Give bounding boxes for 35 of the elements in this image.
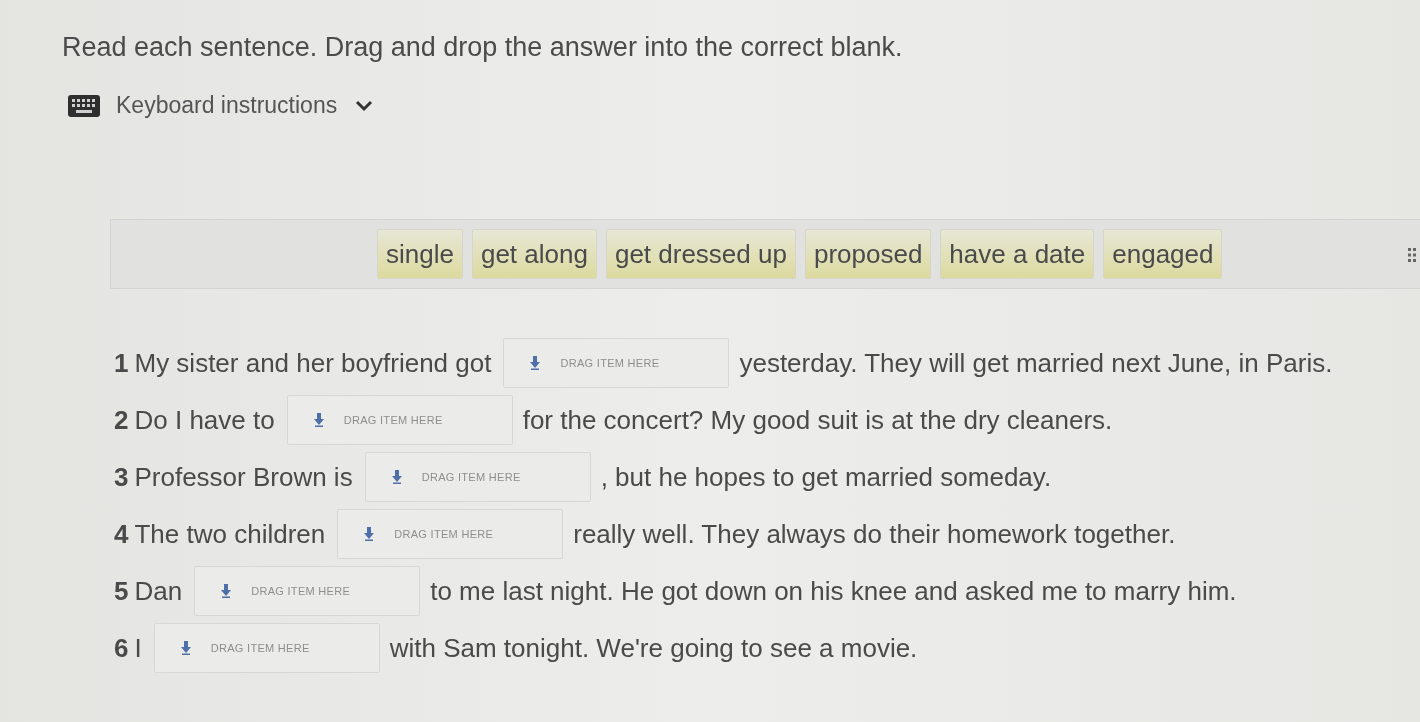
answer-tile[interactable]: get along — [471, 229, 597, 279]
answer-tile[interactable]: single — [377, 229, 463, 279]
sentence-text: My sister and her boyfriend got — [134, 347, 492, 379]
sentence-text: really well. They always do their homework together. — [573, 518, 1176, 550]
sentence-text: Professor Brown is — [134, 461, 353, 493]
arrow-down-icon — [221, 584, 232, 598]
arrow-down-icon — [180, 641, 191, 655]
answer-tile[interactable]: proposed — [804, 229, 932, 279]
sentence-text: Do I have to — [134, 404, 275, 436]
sentence-text: The two children — [134, 518, 326, 550]
question-number: 1 — [114, 347, 129, 379]
grip-icon[interactable] — [1408, 248, 1416, 262]
question-number: 3 — [114, 461, 129, 493]
keyboard-icon — [68, 94, 100, 117]
sentence-text: Dan — [134, 575, 183, 607]
answer-tile[interactable]: have a date — [940, 229, 1095, 279]
arrow-down-icon — [364, 527, 375, 541]
question-number: 5 — [114, 575, 129, 607]
sentence-text: with Sam tonight. We're going to see a movie. — [389, 632, 918, 664]
sentence-text: yesterday. They will get married next June, in Paris. — [739, 347, 1333, 379]
chevron-down-icon — [355, 99, 374, 112]
answer-tile[interactable]: get dressed up — [605, 229, 796, 279]
arrow-down-icon — [391, 470, 402, 484]
keyboard-instructions-toggle[interactable]: Keyboard instructions — [68, 92, 374, 119]
sentence-text: to me last night. He got down on his knee and asked me to marry him. — [430, 575, 1237, 607]
answer-tile[interactable]: engaged — [1103, 229, 1223, 279]
arrow-down-icon — [313, 413, 324, 427]
question-number: 6 — [114, 632, 129, 664]
question-number: 4 — [114, 518, 129, 550]
sentence-text: for the concert? My good suit is at the dry cleaners. — [522, 404, 1113, 436]
sentence-text: , but he hopes to get married someday. — [600, 461, 1052, 493]
instructions-text: Read each sentence. Drag and drop the answer into the correct blank. — [62, 31, 903, 64]
arrow-down-icon — [530, 356, 541, 370]
sentence-text: I — [134, 632, 142, 664]
question-number: 2 — [114, 404, 129, 436]
